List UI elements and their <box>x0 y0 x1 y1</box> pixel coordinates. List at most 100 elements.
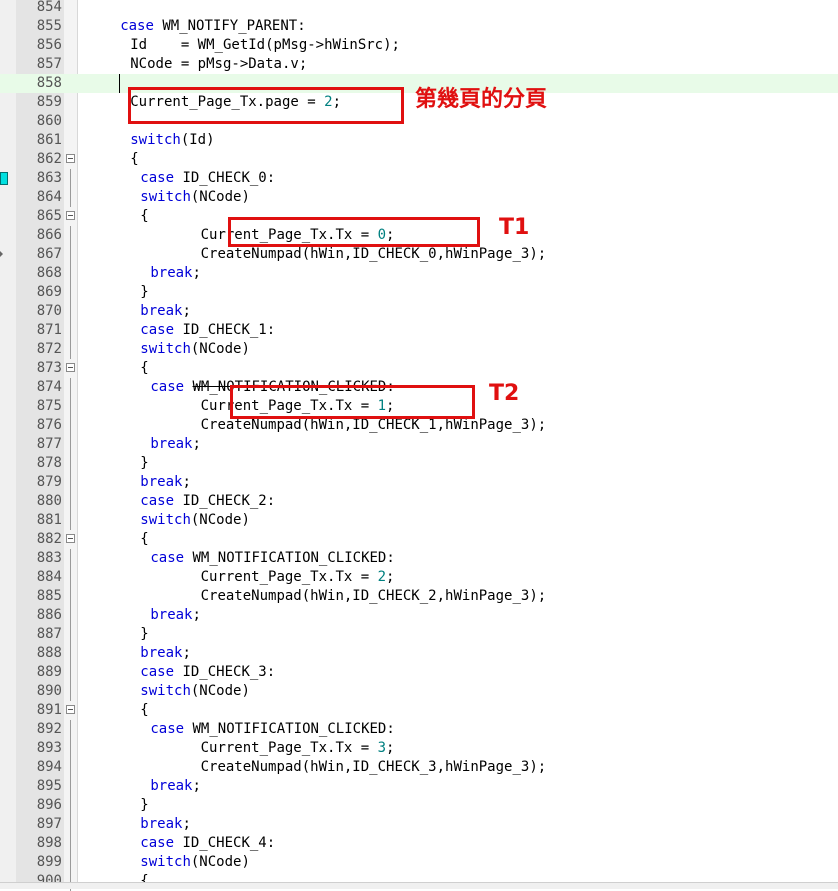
code-text[interactable]: { <box>140 701 148 720</box>
code-text[interactable]: break; <box>140 815 191 834</box>
code-line[interactable]: 862 { <box>0 150 838 169</box>
code-line[interactable]: 886 break; <box>0 606 838 625</box>
code-line[interactable]: 864 switch(NCode) <box>0 188 838 207</box>
code-line[interactable]: 884 Current_Page_Tx.Tx = 2; <box>0 568 838 587</box>
line-number: 865 <box>36 208 62 224</box>
fold-guide-line <box>70 340 71 359</box>
line-number: 858 <box>36 75 62 91</box>
code-text[interactable]: case ID_CHECK_4: <box>140 834 275 853</box>
code-line[interactable]: 854 <box>0 0 838 17</box>
code-text[interactable]: CreateNumpad(hWin,ID_CHECK_0,hWinPage_3)… <box>201 245 547 264</box>
code-line[interactable]: 856 Id = WM_GetId(pMsg->hWinSrc); <box>0 36 838 55</box>
line-number: 889 <box>36 664 62 680</box>
code-line[interactable]: 889 case ID_CHECK_3: <box>0 663 838 682</box>
code-line[interactable]: 899 switch(NCode) <box>0 853 838 872</box>
code-line[interactable]: 891 { <box>0 701 838 720</box>
code-text[interactable]: break; <box>140 473 191 492</box>
code-text[interactable]: case WM_NOTIFICATION_CLICKED: <box>150 720 394 739</box>
code-line[interactable]: 855 case WM_NOTIFY_PARENT: <box>0 17 838 36</box>
code-text[interactable]: case ID_CHECK_1: <box>140 321 275 340</box>
code-line[interactable]: 887} <box>0 625 838 644</box>
line-number: 874 <box>36 379 62 395</box>
code-line[interactable]: 872 switch(NCode) <box>0 340 838 359</box>
code-line[interactable]: 890 switch(NCode) <box>0 682 838 701</box>
code-text[interactable]: Current_Page_Tx.Tx = 3; <box>201 739 395 758</box>
code-line[interactable]: 867 CreateNumpad(hWin,ID_CHECK_0,hWinPage… <box>0 245 838 264</box>
code-text[interactable]: { <box>140 359 148 378</box>
line-number: 877 <box>36 436 62 452</box>
code-text[interactable]: switch(NCode) <box>140 188 250 207</box>
code-text[interactable]: break; <box>140 302 191 321</box>
code-text[interactable]: } <box>140 625 148 644</box>
code-line[interactable]: 883 case WM_NOTIFICATION_CLICKED: <box>0 549 838 568</box>
code-text[interactable]: CreateNumpad(hWin,ID_CHECK_2,hWinPage_3)… <box>201 587 547 606</box>
code-line[interactable]: 871 case ID_CHECK_1: <box>0 321 838 340</box>
fold-guide-line <box>70 473 71 492</box>
code-text[interactable]: case ID_CHECK_2: <box>140 492 275 511</box>
code-text[interactable]: NCode = pMsg->Data.v; <box>130 55 307 74</box>
bookmark-marker-icon[interactable] <box>0 172 8 185</box>
code-line[interactable]: 880 case ID_CHECK_2: <box>0 492 838 511</box>
fold-toggle-icon[interactable] <box>66 154 75 163</box>
code-text[interactable]: switch(NCode) <box>140 511 250 530</box>
code-editor[interactable]: 854 855 case WM_NOTIFY_PARENT: 856 Id = WM_G… <box>0 0 838 891</box>
code-line[interactable]: 861 switch(Id) <box>0 131 838 150</box>
code-text[interactable]: } <box>140 454 148 473</box>
code-line[interactable]: 873 { <box>0 359 838 378</box>
line-number: 894 <box>36 759 62 775</box>
code-text[interactable]: switch(NCode) <box>140 682 250 701</box>
code-line[interactable]: 885 CreateNumpad(hWin,ID_CHECK_2,hWinPage… <box>0 587 838 606</box>
code-text[interactable]: switch(Id) <box>130 131 214 150</box>
code-line[interactable]: 870 break; <box>0 302 838 321</box>
code-text[interactable]: { <box>140 530 148 549</box>
code-text[interactable]: break; <box>140 644 191 663</box>
code-text[interactable]: case ID_CHECK_3: <box>140 663 275 682</box>
line-number: 859 <box>36 94 62 110</box>
code-text[interactable]: break; <box>150 777 201 796</box>
fold-toggle-icon[interactable] <box>66 363 75 372</box>
code-line[interactable]: 868 break; <box>0 264 838 283</box>
highlight-box-t2 <box>230 385 475 419</box>
fold-guide-line <box>70 492 71 511</box>
code-text[interactable]: break; <box>150 435 201 454</box>
code-text[interactable]: break; <box>150 264 201 283</box>
code-text[interactable]: case ID_CHECK_0: <box>140 169 275 188</box>
code-line[interactable]: 898 case ID_CHECK_4: <box>0 834 838 853</box>
code-line[interactable]: 881 switch(NCode) <box>0 511 838 530</box>
code-text[interactable]: } <box>140 283 148 302</box>
line-number: 867 <box>36 246 62 262</box>
code-line[interactable]: 857 NCode = pMsg->Data.v; <box>0 55 838 74</box>
code-line[interactable]: 863 case ID_CHECK_0: <box>0 169 838 188</box>
code-text[interactable]: switch(NCode) <box>140 340 250 359</box>
code-text[interactable]: Current_Page_Tx.Tx = 2; <box>201 568 395 587</box>
fold-guide-line <box>70 644 71 663</box>
code-line[interactable]: 892 case WM_NOTIFICATION_CLICKED: <box>0 720 838 739</box>
code-text[interactable]: break; <box>150 606 201 625</box>
code-line[interactable]: 878} <box>0 454 838 473</box>
code-line[interactable]: 888 break; <box>0 644 838 663</box>
code-line[interactable]: 897 break; <box>0 815 838 834</box>
fold-toggle-icon[interactable] <box>66 534 75 543</box>
code-text[interactable]: { <box>130 150 138 169</box>
code-text[interactable]: case WM_NOTIFICATION_CLICKED: <box>150 549 394 568</box>
code-line[interactable]: 893 Current_Page_Tx.Tx = 3; <box>0 739 838 758</box>
code-text[interactable]: { <box>140 207 148 226</box>
code-line[interactable]: 877 break; <box>0 435 838 454</box>
code-line[interactable]: 869} <box>0 283 838 302</box>
fold-toggle-icon[interactable] <box>66 705 75 714</box>
code-line[interactable]: 894 CreateNumpad(hWin,ID_CHECK_3,hWinPage… <box>0 758 838 777</box>
code-line[interactable]: 860 <box>0 112 838 131</box>
code-line[interactable]: 896} <box>0 796 838 815</box>
fold-toggle-icon[interactable] <box>66 211 75 220</box>
fold-guide-line <box>70 720 71 739</box>
code-text[interactable]: Id = WM_GetId(pMsg->hWinSrc); <box>130 36 400 55</box>
code-text[interactable]: CreateNumpad(hWin,ID_CHECK_3,hWinPage_3)… <box>201 758 547 777</box>
code-text[interactable]: } <box>140 796 148 815</box>
annotation-page-label: 第幾頁的分頁 <box>415 87 548 112</box>
code-line[interactable]: 879 break; <box>0 473 838 492</box>
code-text[interactable]: case WM_NOTIFY_PARENT: <box>120 17 305 36</box>
fold-guide-line <box>70 264 71 283</box>
code-line[interactable]: 882 { <box>0 530 838 549</box>
code-text[interactable]: switch(NCode) <box>140 853 250 872</box>
code-line[interactable]: 895 break; <box>0 777 838 796</box>
